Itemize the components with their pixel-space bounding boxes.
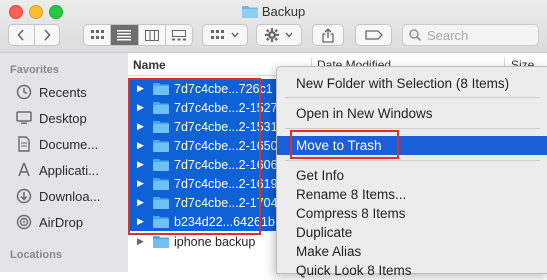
group-by-button[interactable]	[202, 24, 248, 46]
column-view-icon	[144, 29, 159, 41]
disclosure-triangle-icon[interactable]: ▶	[137, 102, 147, 113]
action-menu-button[interactable]	[256, 24, 302, 46]
window-title-text: Backup	[261, 4, 306, 20]
sidebar-item-label: Recents	[39, 84, 87, 100]
disclosure-triangle-icon[interactable]: ▶	[137, 159, 147, 170]
list-view-icon	[117, 29, 132, 40]
menu-item-quick-look[interactable]: Quick Look 8 Items	[277, 261, 547, 280]
sidebar-item-label: Docume...	[39, 136, 99, 152]
sidebar-item-documents[interactable]: Docume...	[16, 134, 124, 154]
icon-view-button[interactable]	[84, 25, 110, 45]
gear-icon	[265, 28, 279, 42]
gallery-view-icon	[171, 29, 186, 40]
file-name: 7d7c4cbe...2-1619	[174, 176, 278, 191]
share-icon	[322, 27, 334, 43]
folder-icon	[153, 102, 169, 114]
file-name: 7d7c4cbe...2-1606	[174, 157, 278, 172]
file-name: 7d7c4cbe...2-1531	[174, 119, 278, 134]
disclosure-triangle-icon[interactable]: ▶	[137, 83, 147, 94]
window-title: Backup	[0, 3, 547, 19]
desktop-icon	[16, 111, 32, 124]
column-view-button[interactable]	[137, 25, 165, 45]
file-name: 7d7c4cbe...726c1	[174, 81, 273, 96]
menu-separator	[285, 97, 540, 98]
sidebar-item-downloads[interactable]: Downloa...	[16, 186, 124, 206]
search-input[interactable]	[425, 26, 529, 44]
chevron-left-icon	[17, 29, 24, 41]
folder-icon	[153, 140, 169, 152]
share-button[interactable]	[312, 24, 344, 46]
menu-item-make-alias[interactable]: Make Alias	[277, 242, 547, 261]
chevron-right-icon	[44, 29, 51, 41]
disclosure-triangle-icon[interactable]: ▶	[137, 216, 147, 227]
list-view-button[interactable]	[110, 25, 138, 45]
group-icon	[211, 30, 224, 39]
navigation-group	[8, 24, 60, 46]
sidebar-item-applications[interactable]: Applicati...	[16, 160, 124, 180]
back-button[interactable]	[9, 25, 34, 45]
menu-separator	[285, 128, 540, 129]
menu-item-rename[interactable]: Rename 8 Items...	[277, 185, 547, 204]
folder-icon	[153, 159, 169, 171]
disclosure-triangle-icon[interactable]: ▶	[137, 178, 147, 189]
locations-header: Locations	[10, 249, 62, 261]
tag-button[interactable]	[355, 24, 392, 46]
file-name: b234d22...64261b	[174, 214, 275, 229]
search-field[interactable]	[402, 24, 539, 46]
sidebar-item-label: Downloa...	[39, 188, 101, 204]
disclosure-triangle-icon[interactable]: ▶	[137, 197, 147, 208]
airdrop-icon	[16, 214, 32, 230]
clock-icon	[16, 84, 32, 100]
folder-icon	[241, 6, 258, 19]
menu-separator	[285, 160, 540, 161]
folder-icon	[153, 216, 169, 228]
search-icon	[409, 29, 421, 41]
menu-item-duplicate[interactable]: Duplicate	[277, 223, 547, 242]
sidebar-item-label: Applicati...	[39, 162, 99, 178]
chevron-down-icon	[231, 32, 239, 38]
icon-view-icon	[90, 30, 104, 39]
applications-icon	[18, 162, 30, 177]
folder-icon	[153, 178, 169, 190]
file-name: iphone backup	[174, 234, 256, 249]
menu-item-move-to-trash[interactable]: Move to Trash	[277, 136, 547, 155]
sidebar-item-desktop[interactable]: Desktop	[16, 108, 124, 128]
column-name[interactable]: Name	[133, 58, 166, 72]
sidebar: Favorites Recents Desktop Docume... Appl…	[0, 53, 128, 272]
folder-icon	[153, 121, 169, 133]
file-name: 7d7c4cbe...2-1704	[174, 195, 278, 210]
folder-icon	[153, 83, 169, 95]
tag-icon	[364, 30, 383, 40]
document-icon	[18, 136, 30, 152]
download-icon	[16, 188, 32, 204]
sidebar-item-recents[interactable]: Recents	[16, 82, 124, 102]
menu-item-compress[interactable]: Compress 8 Items	[277, 204, 547, 223]
menu-item-open-in-new-windows[interactable]: Open in New Windows	[277, 104, 547, 123]
folder-icon	[153, 197, 169, 209]
gallery-view-button[interactable]	[164, 25, 192, 45]
chevron-down-icon	[285, 32, 293, 38]
sidebar-item-label: Desktop	[39, 110, 87, 126]
menu-item-get-info[interactable]: Get Info	[277, 166, 547, 185]
disclosure-triangle-icon[interactable]: ▶	[137, 121, 147, 132]
view-switcher	[83, 24, 193, 46]
disclosure-triangle-icon[interactable]: ▶	[137, 236, 147, 247]
disclosure-triangle-icon[interactable]: ▶	[137, 140, 147, 151]
toolbar: Backup	[0, 0, 547, 53]
folder-icon	[153, 236, 169, 248]
menu-item-new-folder-with-selection[interactable]: New Folder with Selection (8 Items)	[277, 74, 547, 93]
file-name: 7d7c4cbe...2-1650	[174, 138, 278, 153]
forward-button[interactable]	[33, 25, 60, 45]
favorites-header: Favorites	[10, 64, 59, 76]
context-menu: New Folder with Selection (8 Items) Open…	[276, 66, 547, 278]
file-name: 7d7c4cbe...2-1527	[174, 100, 278, 115]
sidebar-item-label: AirDrop	[39, 214, 84, 230]
sidebar-item-airdrop[interactable]: AirDrop	[16, 212, 124, 232]
